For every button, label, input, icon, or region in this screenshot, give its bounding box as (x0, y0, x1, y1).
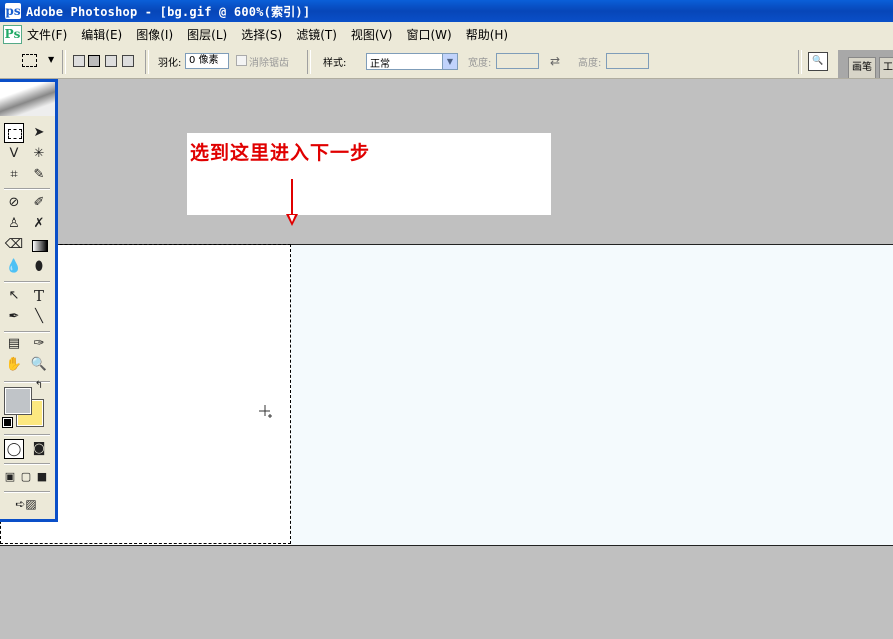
width-input[interactable] (496, 53, 539, 69)
menu-items: 文件(F) 编辑(E) 图像(I) 图层(L) 选择(S) 滤镜(T) 视图(V… (27, 26, 508, 43)
lasso-icon[interactable]: ᐯ (4, 144, 24, 164)
menu-edit[interactable]: 编辑(E) (81, 26, 122, 43)
antialias-checkbox[interactable] (236, 55, 247, 66)
menu-file[interactable]: 文件(F) (27, 26, 67, 43)
tab-brushes[interactable]: 画笔 (848, 57, 876, 78)
menu-window[interactable]: 窗口(W) (406, 26, 451, 43)
gradient-icon[interactable] (29, 235, 49, 255)
marquee-preset-icon (22, 54, 37, 67)
photoshop-app-icon[interactable]: ps (5, 3, 21, 19)
default-colors-icon[interactable] (2, 417, 13, 428)
title-bar: ps Adobe Photoshop - [bg.gif @ 600%(索引)] (0, 0, 893, 22)
subtract-selection-icon[interactable] (105, 55, 117, 67)
type-icon[interactable]: T (29, 286, 49, 306)
photoshop-logo-icon[interactable]: Ps (3, 25, 22, 44)
line-icon[interactable]: ╲ (29, 307, 49, 327)
eyedropper-icon[interactable]: ✑ (29, 334, 49, 354)
style-select[interactable]: 正常 ▼ (366, 53, 458, 70)
separator (4, 463, 50, 465)
height-label: 高度: (578, 58, 602, 69)
annotation-callout: 选到这里进入下一步 (187, 133, 551, 215)
height-input[interactable] (606, 53, 649, 69)
full-screen-icon[interactable]: ■ (34, 467, 50, 487)
path-selection-icon[interactable]: ↖ (4, 286, 24, 306)
separator (307, 50, 311, 74)
separator (62, 50, 66, 74)
standard-screen-icon[interactable]: ▣ (2, 467, 18, 487)
standard-mode-icon[interactable]: ◯ (4, 439, 24, 459)
dodge-icon[interactable]: ⬮ (29, 257, 49, 277)
file-browser-icon[interactable]: 🔍 (808, 52, 828, 71)
swap-icon[interactable]: ⇄ (550, 54, 560, 68)
magic-wand-icon[interactable]: ✳ (29, 144, 49, 164)
menu-layer[interactable]: 图层(L) (187, 26, 227, 43)
style-value: 正常 (370, 59, 390, 70)
new-selection-icon[interactable] (73, 55, 85, 67)
crop-icon[interactable]: ⌗ (4, 165, 24, 185)
menu-help[interactable]: 帮助(H) (466, 26, 508, 43)
annotation-text: 选到这里进入下一步 (190, 142, 371, 164)
chevron-down-icon: ▼ (48, 55, 55, 64)
menu-filter[interactable]: 滤镜(T) (296, 26, 337, 43)
eraser-icon[interactable]: ⌫ (4, 235, 24, 255)
menu-bar: Ps 文件(F) 编辑(E) 图像(I) 图层(L) 选择(S) 滤镜(T) 视… (0, 22, 893, 46)
pen-icon[interactable]: ✒ (4, 307, 24, 327)
move-icon[interactable]: ➤ (29, 123, 49, 143)
separator (798, 50, 802, 74)
swap-colors-icon[interactable]: ↰ (33, 380, 45, 392)
zoom-icon[interactable]: 🔍 (29, 355, 49, 375)
chevron-down-icon: ▼ (442, 54, 457, 69)
menu-select[interactable]: 选择(S) (241, 26, 282, 43)
feather-logo-icon[interactable] (0, 82, 55, 116)
separator (145, 50, 149, 74)
blur-icon[interactable]: 💧 (4, 257, 24, 277)
width-label: 宽度: (468, 58, 492, 69)
crosshair-cursor-icon (259, 405, 272, 418)
clone-stamp-icon[interactable]: ♙ (4, 214, 24, 234)
notes-icon[interactable]: ▤ (4, 334, 24, 354)
feather-label: 羽化: (158, 58, 182, 69)
slice-icon[interactable]: ✎ (29, 165, 49, 185)
feather-input[interactable]: 0 像素 (185, 53, 229, 69)
separator (4, 331, 50, 333)
window-title: Adobe Photoshop - [bg.gif @ 600%(索引)] (26, 5, 311, 19)
hand-icon[interactable]: ✋ (4, 355, 24, 375)
separator (4, 434, 50, 436)
brush-icon[interactable]: ✐ (29, 193, 49, 213)
separator (4, 491, 50, 493)
style-label: 样式: (323, 58, 347, 69)
tab-tool-presets[interactable]: 工 (879, 57, 893, 78)
antialias-label: 消除锯齿 (249, 58, 289, 69)
menu-image[interactable]: 图像(I) (136, 26, 173, 43)
annotation-arrow (291, 179, 293, 217)
intersect-selection-icon[interactable] (122, 55, 134, 67)
separator (4, 281, 50, 283)
healing-brush-icon[interactable]: ⊘ (4, 193, 24, 213)
full-screen-menu-icon[interactable]: ▢ (18, 467, 34, 487)
arrow-head-inner (289, 215, 295, 222)
jump-to-imageready-icon[interactable]: ➪▨ (4, 494, 48, 514)
toolbox: ➤ ᐯ ✳ ⌗ ✎ ⊘ ✐ ♙ ✗ ⌫ 💧 ⬮ ↖ T ✒ ╲ ▤ ✑ ✋ 🔍 … (0, 79, 58, 522)
options-bar: ▼ 羽化: 0 像素 消除锯齿 样式: 正常 ▼ 宽度: ⇄ 高度: 🔍 画笔 … (0, 45, 893, 79)
separator (4, 188, 50, 190)
rectangular-marquee-icon[interactable] (4, 123, 24, 143)
menu-view[interactable]: 视图(V) (351, 26, 393, 43)
history-brush-icon[interactable]: ✗ (29, 214, 49, 234)
tool-preset-picker[interactable]: ▼ (20, 52, 54, 68)
quick-mask-icon[interactable]: ◙ (29, 439, 49, 459)
add-to-selection-icon[interactable] (88, 55, 100, 67)
foreground-color-swatch[interactable] (4, 387, 32, 415)
